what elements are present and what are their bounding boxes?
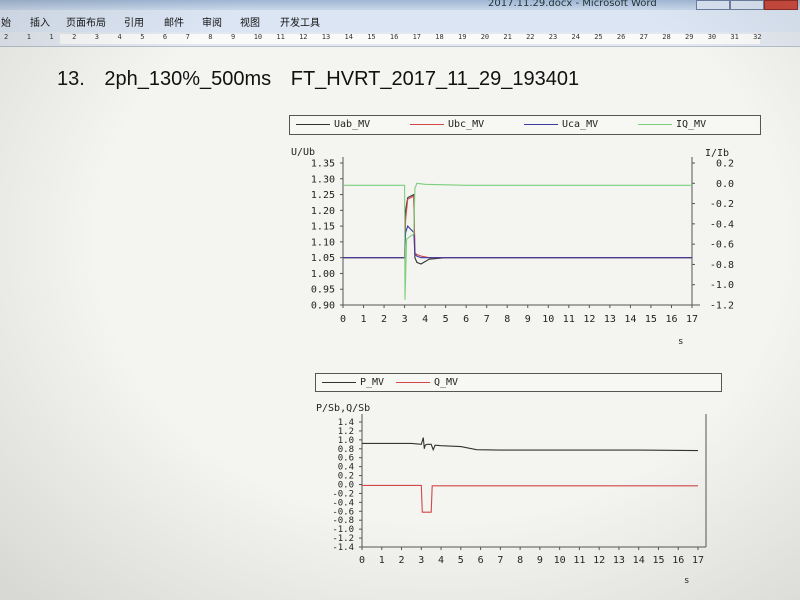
chart2-xtick-label: 11 [573,555,585,566]
chart2-xtick-label: 9 [537,555,543,566]
power-chart: P/Sb,Q/Sbs1.41.21.00.80.60.40.20.0-0.2-0… [316,403,707,586]
series-q [362,484,698,513]
chart2-xlabel: s [684,576,689,586]
chart2-xtick-label: 13 [613,555,625,566]
chart2-xtick-label: 4 [438,555,444,566]
chart2-xtick-label: 0 [359,555,365,566]
chart2-xtick-label: 5 [458,555,464,566]
chart2-xtick-label: 8 [517,555,523,566]
chart2-xtick-label: 12 [593,555,605,566]
chart2-xtick-label: 1 [379,555,385,566]
chart2-xtick-label: 14 [633,555,645,566]
chart2-xtick-label: 7 [497,555,503,566]
series-p [362,437,699,452]
chart2-xtick-label: 15 [652,555,664,566]
chart2-xtick-label: 17 [692,555,704,566]
chart2-xtick-label: 16 [672,555,684,566]
chart2-ytick-label: -1.4 [332,543,354,553]
chart2-ylabel: P/Sb,Q/Sb [316,403,370,414]
chart2-xtick-label: 6 [478,555,484,566]
chart2-xtick-label: 10 [554,555,566,566]
chart2-xtick-label: 2 [399,555,405,566]
chart2-xtick-label: 3 [418,555,424,566]
